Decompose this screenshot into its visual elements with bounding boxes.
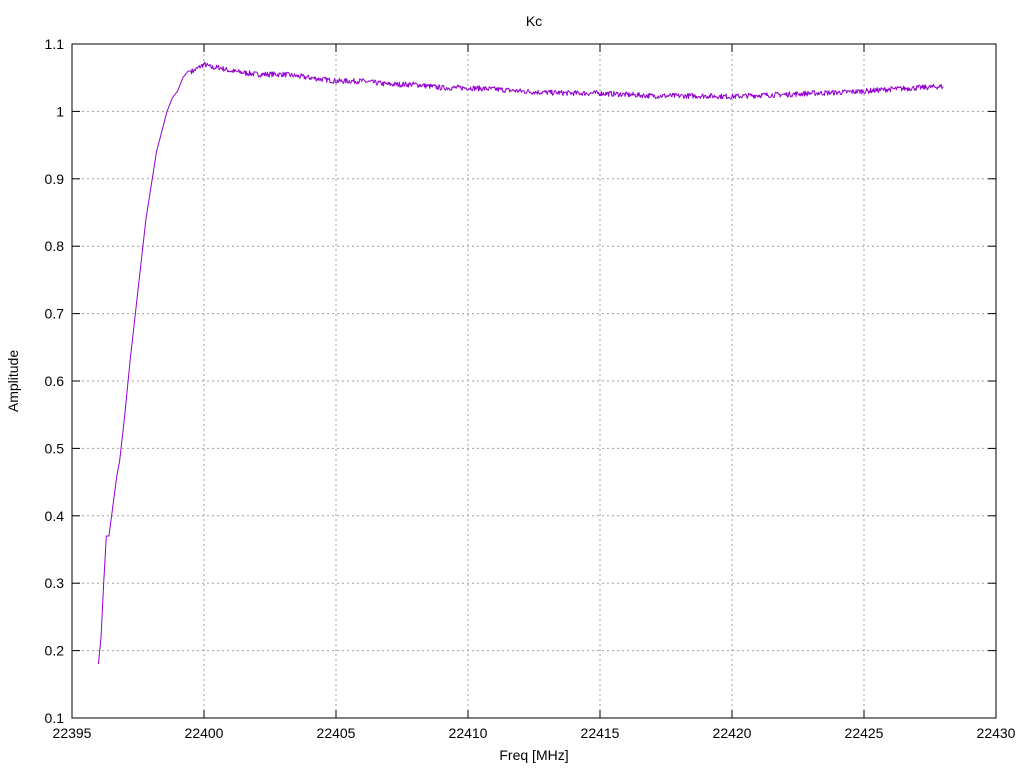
y-tick-labels: 0.1 0.2 0.3 0.4 0.5 0.6 0.7 0.8 0.9 1 1.1: [45, 36, 65, 726]
y-tick-label: 1.1: [45, 36, 65, 52]
chart-title: Kc: [526, 13, 542, 29]
x-tick-label: 22420: [713, 725, 752, 741]
y-tick-label: 0.5: [45, 440, 65, 456]
y-tick-label: 1: [56, 103, 64, 119]
y-tick-label: 0.3: [45, 575, 65, 591]
x-tick-label: 22430: [977, 725, 1016, 741]
chart: 22395 22400 22405 22410 22415 22420 22425 22430…: [5, 13, 1016, 763]
x-tick-label: 22400: [185, 725, 224, 741]
series-line: [97, 61, 944, 665]
y-tick-label: 0.9: [45, 171, 65, 187]
y-tick-label: 0.4: [45, 508, 65, 524]
grid-lines: [72, 44, 996, 718]
x-axis-label: Freq [MHz]: [499, 747, 568, 763]
y-tick-label: 0.8: [45, 238, 65, 254]
x-tick-label: 22410: [449, 725, 488, 741]
y-tick-label: 0.1: [45, 710, 65, 726]
y-axis-label: Amplitude: [5, 350, 21, 412]
x-tick-label: 22405: [317, 725, 356, 741]
x-tick-label: 22425: [845, 725, 884, 741]
y-tick-label: 0.6: [45, 373, 65, 389]
x-tick-label: 22415: [581, 725, 620, 741]
y-tick-label: 0.2: [45, 643, 65, 659]
y-tick-label: 0.7: [45, 306, 65, 322]
x-tick-label: 22395: [53, 725, 92, 741]
x-tick-labels: 22395 22400 22405 22410 22415 22420 22425 22430: [53, 725, 1016, 741]
